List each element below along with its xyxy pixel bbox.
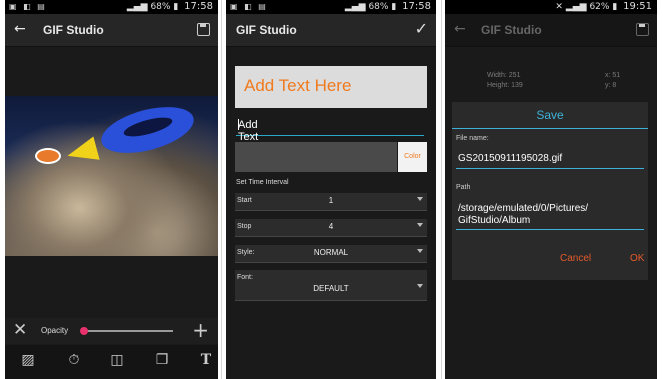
close-icon[interactable]: ✕ (13, 320, 27, 340)
style-value: NORMAL (313, 248, 349, 257)
checkmark-icon[interactable]: ✓ (415, 19, 428, 38)
status-right: ▂▄▆ 68% ▮ 17:58 (345, 1, 431, 12)
info-x: x: 51 (605, 72, 621, 79)
file-name-input[interactable]: GS20150911195028.gif (458, 153, 562, 164)
action-bar: ← GIF Studio (445, 14, 657, 47)
cancel-button[interactable]: Cancel (560, 253, 591, 264)
dropdown-arrow-icon (417, 223, 423, 227)
action-bar: GIF Studio ✓ (226, 14, 436, 47)
stop-value: 4 (328, 222, 334, 231)
status-right: ▂▄▆ 68% ▮ 17:58 (127, 1, 213, 12)
signal-icon: ▂▄▆ (565, 2, 587, 12)
status-bar: ✕ ▂▄▆ 62% ▮ 19:51 (445, 0, 657, 14)
file-name-underline (456, 168, 644, 169)
battery-percent: 68% (150, 2, 171, 12)
notification-icons: ▣ ◧ ▤ (9, 2, 47, 11)
status-bar: ▣ ◧ ▤ ▂▄▆ 68% ▮ 17:58 (226, 0, 436, 14)
text-preview: Add Text Here (235, 66, 427, 108)
info-y: y: 8 (605, 82, 617, 89)
bottom-toolbar: ▨ ⏱ ◫ ❐ T (5, 345, 218, 379)
text-tool-icon[interactable]: T (197, 351, 215, 369)
app-title: GIF Studio (43, 23, 104, 37)
action-bar: ← GIF Studio (5, 14, 218, 47)
path-label: Path (456, 184, 471, 191)
font-select[interactable]: Font: DEFAULT (235, 270, 427, 301)
status-bar: ▣ ◧ ▤ ▂▄▆ 68% ▮ 17:58 (5, 0, 218, 14)
phone-screen-editor: ▣ ◧ ▤ ▂▄▆ 68% ▮ 17:58 ← GIF Studio ✕ Opa… (5, 0, 218, 379)
start-select[interactable]: Start 1 (235, 193, 427, 211)
add-icon[interactable]: + (192, 318, 209, 342)
phone-screen-save-dialog: ✕ ▂▄▆ 62% ▮ 19:51 ← GIF Studio Width: 25… (445, 0, 657, 379)
dropdown-arrow-icon (417, 197, 423, 201)
battery-icon: ▮ (391, 2, 397, 12)
app-title: GIF Studio (236, 23, 297, 37)
save-dialog: Save File name: GS20150911195028.gif Pat… (452, 102, 648, 280)
path-input-line1[interactable]: /storage/emulated/0/Pictures/ (458, 203, 588, 214)
mute-icon: ✕ (555, 2, 563, 12)
signal-icon: ▂▄▆ (126, 2, 148, 12)
font-label: Font: (237, 274, 253, 281)
layers-icon[interactable]: ❐ (153, 351, 171, 369)
status-time: 17:58 (402, 1, 431, 12)
status-time: 19:51 (623, 1, 652, 12)
dropdown-arrow-icon (417, 249, 423, 253)
divider-right (441, 0, 442, 379)
path-input-line2[interactable]: GifStudio/Album (458, 215, 530, 226)
dialog-title: Save (536, 108, 564, 122)
timer-icon[interactable]: ⏱ (65, 351, 83, 369)
divider-left (221, 0, 222, 379)
fish-tail-shape (64, 136, 100, 168)
opacity-label: Opacity (41, 326, 69, 335)
opacity-control: ✕ Opacity + (5, 318, 218, 344)
dropdown-arrow-icon (417, 284, 423, 288)
notification-icons: ▣ ◧ ▤ (230, 2, 268, 11)
gif-preview-image[interactable] (5, 96, 218, 256)
color-swatch[interactable] (235, 142, 397, 172)
dialog-title-divider (452, 128, 648, 129)
back-arrow-icon: ← (454, 21, 466, 37)
font-value: DEFAULT (313, 284, 349, 293)
battery-percent: 62% (589, 2, 610, 12)
edit-image-icon[interactable]: ▨ (19, 351, 37, 369)
style-select[interactable]: Style: NORMAL (235, 245, 427, 263)
text-input[interactable]: Add Text Here (236, 117, 424, 155)
status-right: ✕ ▂▄▆ 62% ▮ 19:51 (555, 1, 652, 12)
info-width: Width: 251 (487, 72, 521, 79)
opacity-slider-thumb[interactable] (79, 327, 88, 335)
preview-text: Add Text Here (244, 76, 352, 95)
time-interval-label: Set Time Interval (236, 179, 289, 186)
opacity-slider-track[interactable] (81, 330, 173, 332)
battery-icon: ▮ (612, 2, 618, 12)
color-button[interactable]: Color (398, 142, 427, 172)
phone-screen-add-text: ▣ ◧ ▤ ▂▄▆ 68% ▮ 17:58 GIF Studio ✓ Add T… (226, 0, 436, 379)
ok-button[interactable]: OK (630, 253, 644, 264)
save-icon (636, 23, 649, 36)
save-icon[interactable] (197, 23, 210, 36)
start-value: 1 (328, 196, 334, 205)
file-name-label: File name: (456, 135, 489, 142)
battery-icon: ▮ (173, 2, 179, 12)
path-underline (456, 229, 644, 230)
back-arrow-icon[interactable]: ← (14, 21, 26, 37)
status-time: 17:58 (184, 1, 213, 12)
stop-select[interactable]: Stop 4 (235, 219, 427, 237)
info-height: Height: 139 (487, 82, 523, 89)
clownfish-shape (35, 148, 61, 164)
app-title: GIF Studio (481, 23, 542, 37)
signal-icon: ▂▄▆ (344, 2, 366, 12)
rotate-icon[interactable]: ◫ (108, 351, 126, 369)
battery-percent: 68% (368, 2, 389, 12)
